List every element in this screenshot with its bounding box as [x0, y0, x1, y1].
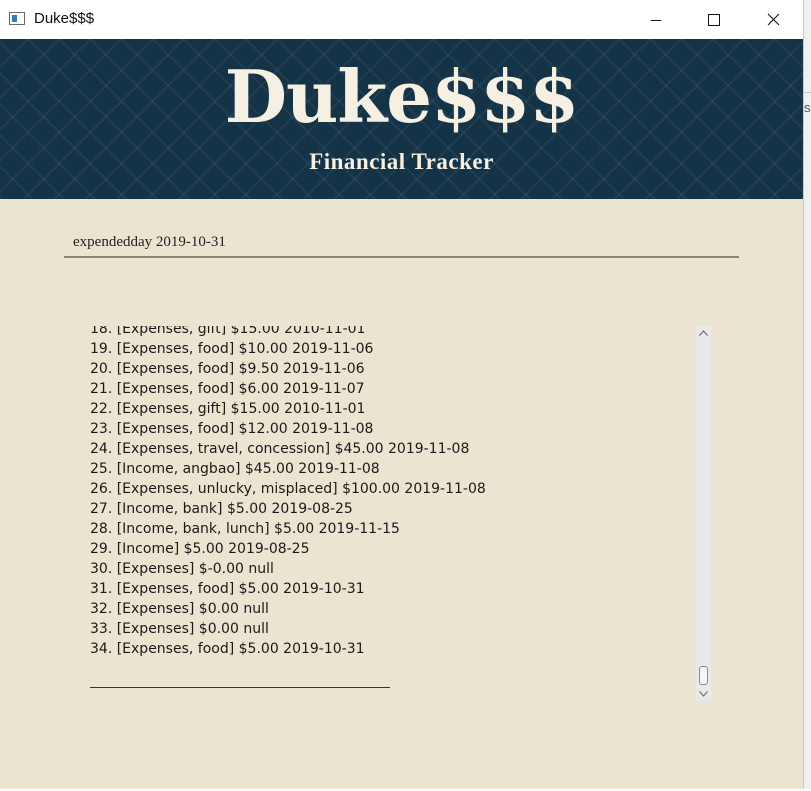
command-input[interactable] — [64, 228, 739, 258]
output-line: 30. [Expenses] $-0.00 null — [90, 561, 274, 577]
output-line: 34. [Expenses, food] $5.00 2019-10-31 — [90, 641, 365, 657]
app-icon — [9, 12, 25, 25]
output-line: 27. [Income, bank] $5.00 2019-08-25 — [90, 501, 353, 517]
chevron-up-icon — [699, 330, 708, 336]
maximize-icon — [708, 13, 720, 26]
window-title: Duke$$$ — [34, 10, 95, 27]
output-line: 29. [Income] $5.00 2019-08-25 — [90, 541, 310, 557]
app-subtitle: Financial Tracker — [309, 149, 494, 174]
close-button[interactable] — [744, 0, 802, 39]
scroll-up-button[interactable] — [696, 326, 711, 340]
output-line: 25. [Income, angbao] $45.00 2019-11-08 — [90, 461, 380, 477]
output-line: 19. [Expenses, food] $10.00 2019-11-06 — [90, 341, 374, 357]
output-scrollbar[interactable] — [696, 326, 711, 701]
output-line: 26. [Expenses, unlucky, misplaced] $100.… — [90, 481, 486, 497]
chevron-down-icon — [699, 691, 708, 697]
output-list: 18. [Expenses, gift] $15.00 2010-11-01 19… — [90, 326, 486, 659]
output-line: 32. [Expenses] $0.00 null — [90, 601, 269, 617]
output-line: 22. [Expenses, gift] $15.00 2010-11-01 — [90, 401, 366, 417]
output-line: 20. [Expenses, food] $9.50 2019-11-06 — [90, 361, 365, 377]
output-line: 23. [Expenses, food] $12.00 2019-11-08 — [90, 421, 374, 437]
background-window-edge — [804, 92, 811, 93]
output-pane: 18. [Expenses, gift] $15.00 2010-11-01 19… — [90, 326, 690, 701]
output-line: 18. [Expenses, gift] $15.00 2010-11-01 — [90, 326, 366, 337]
minimize-icon — [651, 19, 661, 21]
scroll-down-button[interactable] — [696, 687, 711, 701]
app-title: Duke$$$ — [224, 54, 580, 139]
close-icon — [767, 13, 779, 26]
output-line: 24. [Expenses, travel, concession] $45.0… — [90, 441, 470, 457]
minimize-button[interactable] — [627, 0, 685, 39]
title-bar[interactable]: Duke$$$ — [0, 0, 803, 39]
scroll-thumb[interactable] — [699, 666, 708, 685]
output-line: 31. [Expenses, food] $5.00 2019-10-31 — [90, 581, 365, 597]
output-separator — [90, 687, 390, 688]
background-window-text: s — [804, 100, 811, 115]
app-window: Duke$$$ Duke$$$ Financial Tracker 18. [E… — [0, 0, 804, 790]
maximize-button[interactable] — [685, 0, 743, 39]
header-banner: Duke$$$ Financial Tracker — [0, 39, 803, 199]
output-line: 28. [Income, bank, lunch] $5.00 2019-11-… — [90, 521, 400, 537]
output-line: 21. [Expenses, food] $6.00 2019-11-07 — [90, 381, 365, 397]
output-line: 33. [Expenses] $0.00 null — [90, 621, 269, 637]
